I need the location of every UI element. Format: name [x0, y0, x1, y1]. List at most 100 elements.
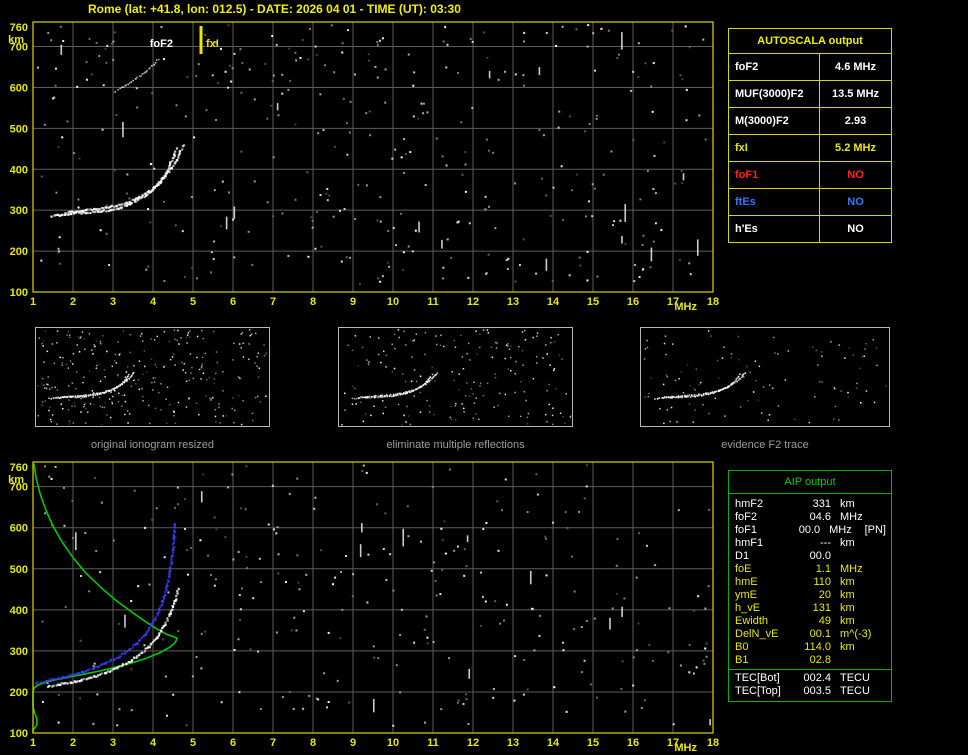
svg-text:8: 8	[310, 737, 316, 749]
aip-row-label: D1	[735, 550, 750, 562]
aip-row-value: 110	[813, 576, 831, 588]
aip-row-unit: km	[840, 589, 855, 601]
aip-row-value: 002.4	[803, 672, 831, 684]
svg-text:13: 13	[507, 296, 519, 308]
svg-text:760: 760	[10, 462, 28, 474]
aip-row-extra	[886, 685, 891, 698]
svg-text:6: 6	[230, 296, 236, 308]
aip-row-label: ymE	[735, 589, 757, 601]
aip-row-unit: MHz	[840, 563, 863, 575]
autoscala-row-value: NO	[847, 223, 864, 235]
aip-row: ymE 20 km	[729, 589, 891, 602]
svg-text:500: 500	[10, 123, 28, 135]
thumbnail-evidence-f2-trace-image	[640, 327, 890, 427]
svg-text:18: 18	[707, 737, 719, 749]
aip-row: hmE 110 km	[729, 576, 891, 589]
aip-row-label: hmF1	[735, 537, 764, 549]
svg-text:1: 1	[30, 296, 36, 308]
autoscala-app-window: Rome (lat: +41.8, lon: 012.5) - DATE: 20…	[0, 0, 968, 755]
autoscala-row-value: 4.6 MHz	[835, 61, 876, 73]
svg-text:foF2: foF2	[150, 38, 173, 50]
svg-text:300: 300	[10, 646, 28, 658]
thumbnail-eliminate-reflections: eliminate multiple reflections	[338, 327, 573, 451]
svg-text:4: 4	[150, 737, 157, 749]
aip-row-label: TEC[Top]	[735, 685, 781, 697]
aip-row-extra	[886, 628, 891, 641]
autoscala-row-label: fxI	[729, 135, 820, 161]
svg-text:13: 13	[507, 737, 519, 749]
thumbnail-eliminate-reflections-image	[338, 327, 573, 427]
autoscala-row-label: ftEs	[729, 189, 820, 215]
svg-text:2: 2	[70, 737, 76, 749]
autoscala-row: MUF(3000)F2 13.5 MHz	[729, 81, 891, 108]
aip-row-unit: km	[840, 615, 855, 627]
svg-text:3: 3	[110, 737, 116, 749]
svg-text:12: 12	[467, 296, 479, 308]
thumbnail-original-ionogram: original ionogram resized	[35, 327, 270, 451]
aip-output-rows: hmF2 331 km foF2 04.6 MHz foF1 00.0 MHz [PN] hmF1-…	[729, 498, 891, 698]
aip-row-extra	[886, 641, 891, 654]
aip-row-value: 1.1	[815, 563, 831, 575]
aip-row: Ewidth 49 km	[729, 615, 891, 628]
autoscala-row-value: NO	[847, 196, 864, 208]
aip-row-label: foF1	[735, 524, 758, 536]
aip-row-value: 04.6	[809, 511, 831, 523]
autoscala-output-title: AUTOSCALA output	[729, 29, 891, 54]
svg-text:5: 5	[190, 296, 196, 308]
aip-row-value: ---	[820, 537, 831, 549]
main-ionogram-chart: 1 2 3 4 5 6 7 8 9 10 11 12 13 14 15 16 17 18MHz1002003004…	[8, 21, 719, 313]
aip-row-unit: km	[840, 537, 855, 549]
svg-text:15: 15	[587, 296, 599, 308]
aip-row-value: 331	[812, 498, 831, 510]
svg-text:7: 7	[270, 296, 276, 308]
aip-row-label: foE	[735, 563, 752, 575]
aip-row-value: 114.0	[804, 641, 831, 653]
svg-text:MHz: MHz	[674, 301, 697, 313]
autoscala-row: ftEs NO	[729, 189, 891, 216]
aip-row-label: Ewidth	[735, 615, 769, 627]
svg-text:200: 200	[10, 687, 28, 699]
aip-row-value: 00.1	[809, 628, 831, 640]
svg-text:11: 11	[427, 737, 439, 749]
aip-row-extra	[886, 550, 891, 563]
svg-text:10: 10	[387, 296, 399, 308]
aip-row: hmF2 331 km	[729, 498, 891, 511]
thumbnail-evidence-f2-trace: evidence F2 trace	[640, 327, 890, 451]
autoscala-output-table: AUTOSCALA output foF2 4.6 MHz MUF(3000)F2 1…	[728, 28, 892, 243]
svg-text:2: 2	[70, 296, 76, 308]
aip-row: D1 00.0	[729, 550, 891, 563]
aip-row-unit: TECU	[840, 685, 870, 697]
aip-row-extra	[886, 576, 891, 589]
aip-row: hmF1 --- km	[729, 537, 891, 550]
svg-text:MHz: MHz	[674, 742, 697, 754]
svg-text:18: 18	[707, 296, 719, 308]
electron-density-profile-chart: 1 2 3 4 5 6 7 8 9 10 11 12 13 14 15 16 17 18MHz1002003004…	[8, 461, 719, 754]
aip-row-label: hmE	[735, 576, 758, 588]
aip-row-extra: [PN]	[864, 524, 886, 536]
svg-text:3: 3	[110, 296, 116, 308]
aip-row-unit	[831, 550, 880, 563]
svg-text:600: 600	[10, 82, 28, 94]
svg-text:9: 9	[350, 296, 356, 308]
autoscala-row-label: M(3000)F2	[729, 108, 820, 134]
thumbnail-caption-original: original ionogram resized	[91, 439, 214, 451]
autoscala-output-rows: foF2 4.6 MHz MUF(3000)F2 13.5 MHz M(3000)F2 2…	[729, 54, 891, 242]
autoscala-row: foF2 4.6 MHz	[729, 54, 891, 81]
aip-row-unit: TECU	[840, 672, 870, 684]
autoscala-row: M(3000)F2 2.93	[729, 108, 891, 135]
aip-row-extra	[886, 654, 891, 667]
svg-text:15: 15	[587, 737, 599, 749]
autoscala-row-label: foF2	[729, 54, 820, 80]
main-ionogram-panel: 1 2 3 4 5 6 7 8 9 10 11 12 13 14 15 16 17 18 MHz 100 200 300 4…	[0, 14, 730, 319]
aip-row-value: 00.0	[798, 524, 821, 536]
svg-text:16: 16	[627, 296, 639, 308]
thumbnail-original-ionogram-image	[35, 327, 270, 427]
aip-row-unit: km	[840, 641, 855, 653]
aip-row: foF1 00.0 MHz [PN]	[729, 524, 891, 537]
aip-row-extra	[886, 511, 891, 524]
svg-text:12: 12	[467, 737, 479, 749]
autoscala-row-value: 13.5 MHz	[831, 88, 880, 100]
aip-row-label: TEC[Bot]	[735, 672, 780, 684]
autoscala-row-value: 2.93	[844, 115, 867, 127]
aip-output-table: AIP output hmF2 331 km foF2 04.6 MHz foF1 00.0 M…	[728, 470, 892, 702]
